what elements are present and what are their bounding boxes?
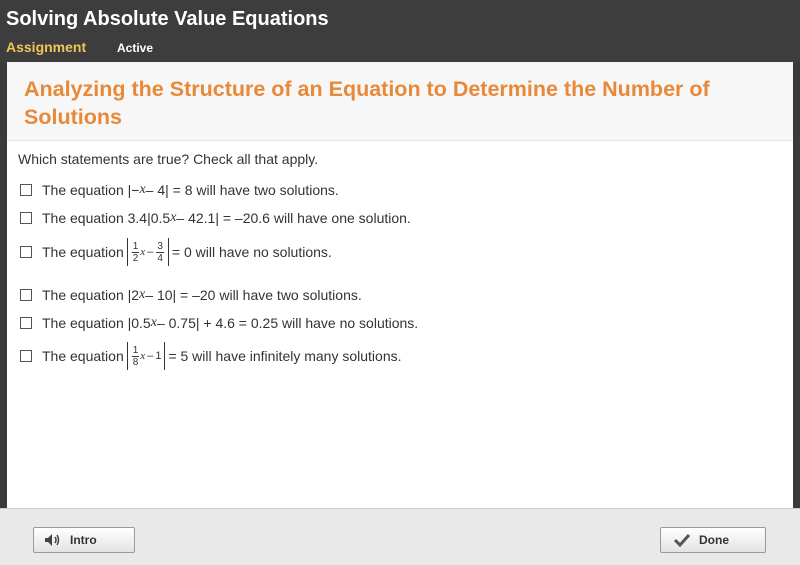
option-prefix: The equation: [42, 244, 124, 260]
option-text: The equation 12 x – 34 = 0 will have no …: [42, 238, 332, 266]
variable: x: [140, 246, 146, 258]
variable: x: [140, 350, 146, 362]
answer-option-4[interactable]: The equation |2 x – 10| = –20 will have t…: [20, 284, 362, 306]
checkbox[interactable]: [20, 350, 32, 362]
question-prompt: Which statements are true? Check all tha…: [18, 151, 319, 167]
minus-sign: –: [147, 246, 154, 258]
checkbox[interactable]: [20, 246, 32, 258]
option-rest: – 42.1| = –20.6 will have one solution.: [176, 210, 411, 226]
option-prefix: The equation |−: [42, 182, 140, 198]
status-label: Active: [117, 41, 154, 55]
lesson-title-bar: Analyzing the Structure of an Equation t…: [7, 62, 793, 141]
option-rest: – 4| = 8 will have two solutions.: [145, 182, 339, 198]
answer-option-1[interactable]: The equation |− x – 4| = 8 will have two …: [20, 179, 339, 201]
content-panel: Analyzing the Structure of an Equation t…: [7, 62, 793, 508]
checkmark-icon: [673, 533, 691, 547]
option-rest: – 10| = –20 will have two solutions.: [145, 287, 362, 303]
option-text: The equation |− x – 4| = 8 will have two …: [42, 182, 339, 198]
option-prefix: The equation 3.4|0.5: [42, 210, 171, 226]
checkbox[interactable]: [20, 212, 32, 224]
speaker-icon: [44, 533, 62, 547]
constant: 1: [155, 350, 162, 362]
intro-label: Intro: [70, 533, 97, 547]
done-label: Done: [699, 533, 729, 547]
checkbox[interactable]: [20, 289, 32, 301]
footer-bar: Intro Done: [0, 508, 800, 565]
app-header: Solving Absolute Value Equations Assignm…: [0, 0, 800, 62]
option-rest: = 0 will have no solutions.: [171, 244, 332, 260]
intro-button[interactable]: Intro: [33, 527, 135, 553]
option-prefix: The equation |2: [42, 287, 140, 303]
option-text: The equation |2 x – 10| = –20 will have t…: [42, 287, 362, 303]
app-title: Solving Absolute Value Equations: [6, 8, 329, 30]
option-text: The equation |0.5 x – 0.75| + 4.6 = 0.25 …: [42, 315, 418, 331]
answer-option-2[interactable]: The equation 3.4|0.5 x – 42.1| = –20.6 wi…: [20, 207, 411, 229]
option-rest: – 0.75| + 4.6 = 0.25 will have no soluti…: [156, 315, 419, 331]
lesson-title: Analyzing the Structure of an Equation t…: [24, 77, 710, 129]
answer-option-6[interactable]: The equation 18 x – 1 = 5 will have infi…: [20, 341, 402, 371]
option-text: The equation 3.4|0.5 x – 42.1| = –20.6 wi…: [42, 210, 411, 226]
absolute-value-expression: 12 x – 34: [126, 238, 169, 266]
fraction: 34: [156, 240, 164, 264]
checkbox[interactable]: [20, 317, 32, 329]
checkbox[interactable]: [20, 184, 32, 196]
absolute-value-expression: 18 x – 1: [126, 342, 166, 370]
option-text: The equation 18 x – 1 = 5 will have infi…: [42, 342, 402, 370]
answer-option-3[interactable]: The equation 12 x – 34 = 0 will have no …: [20, 237, 332, 267]
option-prefix: The equation |0.5: [42, 315, 151, 331]
option-prefix: The equation: [42, 348, 124, 364]
fraction: 18: [131, 344, 140, 368]
done-button[interactable]: Done: [660, 527, 766, 553]
option-rest: = 5 will have infinitely many solutions.: [168, 348, 402, 364]
fraction: 12: [131, 240, 140, 264]
assignment-label: Assignment: [6, 39, 87, 55]
answer-option-5[interactable]: The equation |0.5 x – 0.75| + 4.6 = 0.25 …: [20, 312, 418, 334]
minus-sign: –: [147, 350, 154, 362]
